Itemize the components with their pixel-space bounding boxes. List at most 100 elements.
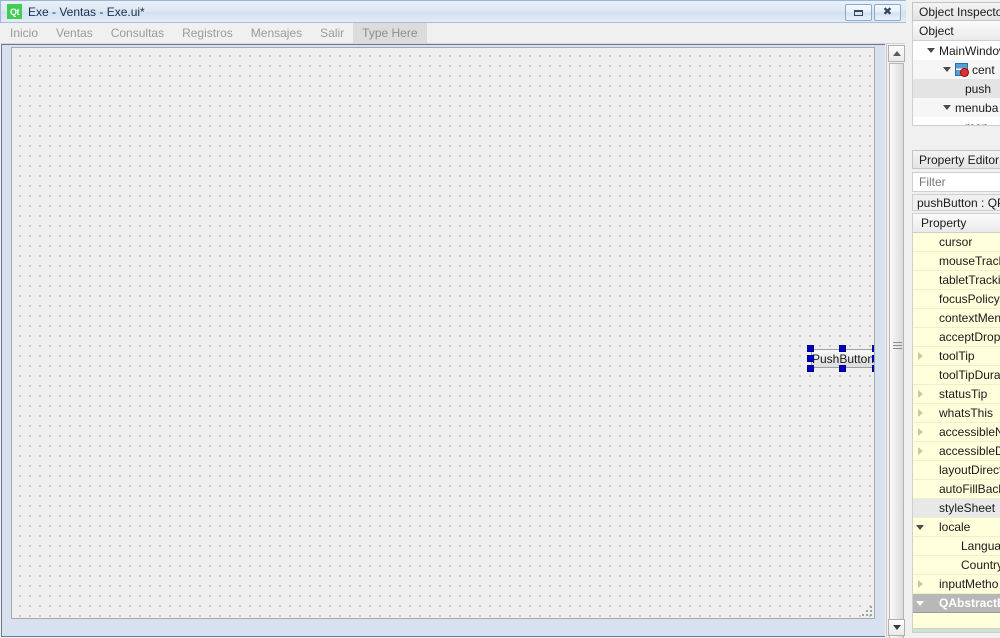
form-resize-grip[interactable] <box>858 602 872 616</box>
form-editing-area[interactable]: PushButton <box>1 44 885 637</box>
chevron-right-icon[interactable] <box>913 352 927 360</box>
chevron-down-icon <box>892 625 901 630</box>
property-label: mouseTrack <box>939 254 1000 268</box>
resize-handle-bottom-left[interactable] <box>807 365 814 372</box>
property-label: acceptDrops <box>939 330 1000 344</box>
scrollbar-thumb[interactable] <box>889 63 904 638</box>
tree-item-label: menuba <box>955 100 999 115</box>
tree-item-label: cent <box>972 62 995 77</box>
property-label: accessibleDe <box>939 444 1000 458</box>
tree-item-label: men <box>965 120 988 126</box>
property-editor-title: Property Editor <box>912 150 1000 169</box>
object-inspector-column-header: Object <box>912 21 1000 41</box>
property-group-label: QAbstractB <box>939 596 1000 610</box>
property-row-accessiblename[interactable]: accessibleNa <box>913 423 1000 442</box>
qt-logo-icon: Qt <box>7 4 22 19</box>
resize-handle-top[interactable] <box>839 345 846 352</box>
property-label: styleSheet <box>939 501 996 515</box>
close-icon: ✖ <box>882 6 893 18</box>
chevron-down-icon[interactable] <box>927 48 935 53</box>
tree-item-centralwidget[interactable]: cent <box>913 60 1000 79</box>
minimize-icon <box>854 9 863 16</box>
main-window-form[interactable]: PushButton <box>11 47 875 619</box>
property-row-autofillbackground[interactable]: autoFillBack <box>913 480 1000 499</box>
resize-handle-left[interactable] <box>807 355 814 362</box>
property-label: whatsThis <box>939 406 994 420</box>
menu-item-ventas[interactable]: Ventas <box>47 23 102 43</box>
minimize-button[interactable] <box>845 4 872 21</box>
tree-item-pushbutton[interactable]: push <box>913 79 1000 98</box>
property-row-statustip[interactable]: statusTip <box>913 385 1000 404</box>
menu-item-registros[interactable]: Registros <box>173 23 242 43</box>
property-label: Country <box>961 558 1000 572</box>
tree-item-menu[interactable]: men <box>913 117 1000 126</box>
title-bar: Qt Exe - Ventas - Exe.ui* ✖ <box>0 0 906 23</box>
chevron-right-icon[interactable] <box>913 428 927 436</box>
property-row-locale[interactable]: locale <box>913 518 1000 537</box>
scroll-up-button[interactable] <box>888 45 905 62</box>
scrollbar-grip-icon <box>893 342 902 351</box>
resize-handle-top-right[interactable] <box>872 345 874 352</box>
window-controls: ✖ <box>843 4 901 21</box>
menu-item-type-here[interactable]: Type Here <box>353 23 427 43</box>
right-dock-panels: Object Inspector Object MainWindow cent … <box>906 0 1000 638</box>
menu-item-salir[interactable]: Salir <box>311 23 353 43</box>
property-label: Languag <box>961 539 1000 553</box>
resize-handle-bottom[interactable] <box>839 365 846 372</box>
property-label: autoFillBack <box>939 482 1000 496</box>
menu-item-inicio[interactable]: Inicio <box>1 23 47 43</box>
chevron-down-icon[interactable] <box>913 524 927 530</box>
property-row-language[interactable]: Languag <box>913 537 1000 556</box>
property-row-mousetracking[interactable]: mouseTrack <box>913 252 1000 271</box>
property-row-cursor[interactable]: cursor <box>913 233 1000 252</box>
chevron-right-icon[interactable] <box>913 447 927 455</box>
property-editor-bottom-strip <box>912 629 1000 633</box>
property-row-contextmenupolicy[interactable]: contextMen <box>913 309 1000 328</box>
property-label: locale <box>939 520 971 534</box>
resize-handle-bottom-right[interactable] <box>872 365 874 372</box>
menu-item-consultas[interactable]: Consultas <box>102 23 173 43</box>
tree-item-label: MainWindow <box>939 43 1000 58</box>
scroll-down-button[interactable] <box>888 619 905 636</box>
property-row-tooltip[interactable]: toolTip <box>913 347 1000 366</box>
property-row-tooltipduration[interactable]: toolTipDura <box>913 366 1000 385</box>
tree-item-label: push <box>965 81 992 96</box>
property-row-accessibledescription[interactable]: accessibleDe <box>913 442 1000 461</box>
property-row-country[interactable]: Country <box>913 556 1000 575</box>
object-inspector-tree[interactable]: MainWindow cent push menuba men <box>912 41 1000 126</box>
property-row-tablettracking[interactable]: tabletTrackin <box>913 271 1000 290</box>
property-row-layoutdirection[interactable]: layoutDirect <box>913 461 1000 480</box>
property-label: accessibleNa <box>939 425 1000 439</box>
property-label: focusPolicy <box>939 292 1000 306</box>
chevron-down-icon[interactable] <box>943 105 951 110</box>
chevron-right-icon[interactable] <box>913 409 927 417</box>
property-row-inputmethodhints[interactable]: inputMetho <box>913 575 1000 594</box>
chevron-down-icon[interactable] <box>943 67 951 72</box>
property-group-qabstractbutton[interactable]: QAbstractB <box>913 594 1000 613</box>
menu-bar: Inicio Ventas Consultas Registros Mensaj… <box>1 23 905 44</box>
property-row-stylesheet[interactable]: styleSheet <box>913 499 1000 518</box>
property-row-whatsthis[interactable]: whatsThis <box>913 404 1000 423</box>
chevron-right-icon[interactable] <box>913 580 927 588</box>
close-button[interactable]: ✖ <box>874 4 901 21</box>
chevron-right-icon[interactable] <box>913 390 927 398</box>
property-label: tabletTrackin <box>939 273 1000 287</box>
property-list[interactable]: cursor mouseTrack tabletTrackin focusPol… <box>912 233 1000 629</box>
object-inspector-panel: Object Inspector Object MainWindow cent … <box>912 2 1000 126</box>
resize-handle-top-left[interactable] <box>807 345 814 352</box>
property-label: statusTip <box>939 387 988 401</box>
property-editor-panel: Property Editor pushButton : QPu Propert… <box>912 150 1000 633</box>
tree-item-menubar[interactable]: menuba <box>913 98 1000 117</box>
chevron-down-icon[interactable] <box>913 600 927 606</box>
property-label: contextMen <box>939 311 1000 325</box>
property-row-focuspolicy[interactable]: focusPolicy <box>913 290 1000 309</box>
property-editor-object-label: pushButton : QPu <box>912 194 1000 211</box>
pushbutton-selection[interactable]: PushButton <box>801 339 874 377</box>
qt-designer-window: Qt Exe - Ventas - Exe.ui* ✖ Inicio Venta… <box>0 0 1000 638</box>
resize-handle-right[interactable] <box>872 355 874 362</box>
tree-item-mainwindow[interactable]: MainWindow <box>913 41 1000 60</box>
form-vertical-scrollbar[interactable] <box>886 44 905 638</box>
property-row-acceptdrops[interactable]: acceptDrops <box>913 328 1000 347</box>
property-filter-input[interactable] <box>912 172 1000 192</box>
menu-item-mensajes[interactable]: Mensajes <box>242 23 311 43</box>
